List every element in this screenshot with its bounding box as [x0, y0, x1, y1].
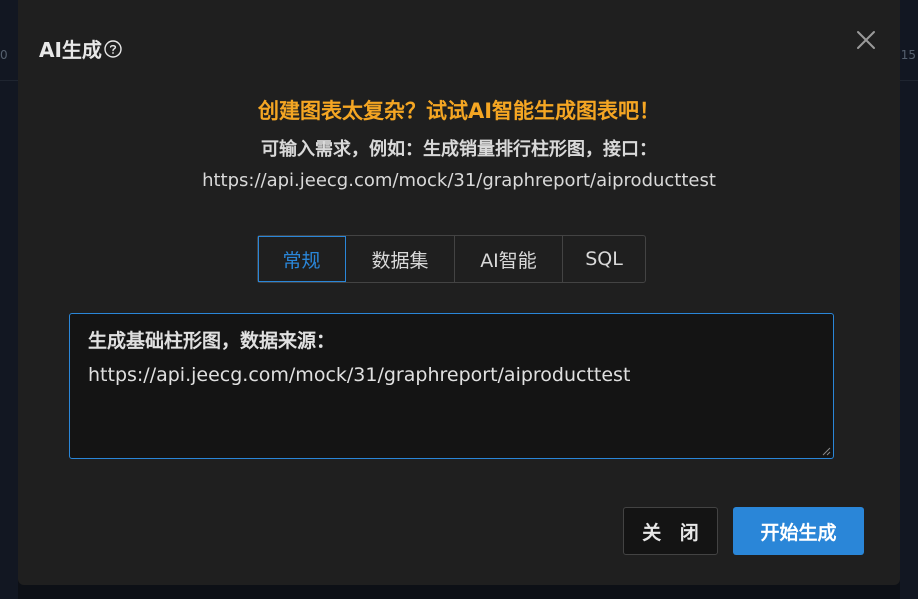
tab-dataset[interactable]: 数据集: [346, 236, 455, 282]
backdrop-tick-right: 15: [900, 48, 916, 62]
textarea-line-1: 生成基础柱形图，数据来源：: [88, 330, 336, 352]
modal-title: AI生成: [39, 34, 122, 63]
textarea-line-2: https://api.jeecg.com/mock/31/graphrepor…: [88, 364, 631, 386]
tab-general[interactable]: 常规: [258, 236, 346, 282]
backdrop-tick-left: 0: [0, 48, 8, 62]
modal-close-icon[interactable]: [854, 28, 878, 52]
resize-grip-icon[interactable]: [821, 446, 831, 456]
example-url: https://api.jeecg.com/mock/31/graphrepor…: [202, 170, 716, 191]
start-generate-button[interactable]: 开始生成: [733, 507, 864, 555]
close-button[interactable]: 关 闭: [623, 507, 718, 555]
ai-generate-modal: AI生成 创建图表太复杂？试试AI智能生成图表吧！ 可输入需求，例如：生成销量排…: [18, 0, 900, 585]
mode-tabs: 常规 数据集 AI智能 SQL: [257, 235, 646, 283]
modal-title-text: AI生成: [39, 38, 102, 62]
backdrop-left: [0, 0, 18, 599]
tab-ai-smart[interactable]: AI智能: [455, 236, 563, 282]
promo-headline: 创建图表太复杂？试试AI智能生成图表吧！: [257, 99, 661, 123]
requirement-textarea[interactable]: 生成基础柱形图，数据来源： https://api.jeecg.com/mock…: [69, 313, 834, 459]
example-hint: 可输入需求，例如：生成销量排行柱形图，接口：: [261, 139, 657, 160]
tab-sql[interactable]: SQL: [563, 236, 645, 282]
question-circle-icon[interactable]: [104, 39, 122, 58]
backdrop-right: [900, 0, 918, 599]
